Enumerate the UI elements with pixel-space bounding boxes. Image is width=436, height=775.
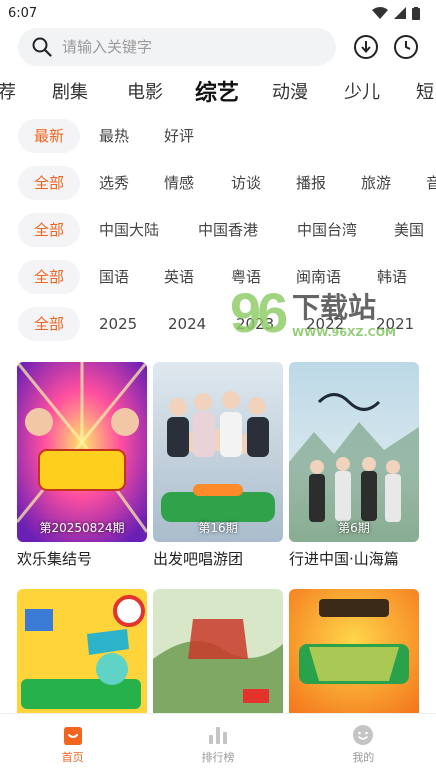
- nav-label: 首页: [61, 751, 84, 764]
- program-poster[interactable]: [153, 589, 283, 719]
- home-icon: [63, 727, 82, 745]
- filter-chip[interactable]: 全部: [18, 166, 81, 200]
- program-card[interactable]: [17, 589, 147, 719]
- filter-chip[interactable]: 旅游: [361, 166, 391, 200]
- smiley-icon: [353, 725, 374, 745]
- history-button[interactable]: [390, 31, 422, 63]
- tab-kids[interactable]: 少儿: [344, 78, 380, 104]
- filter-chip[interactable]: 美国: [394, 213, 424, 247]
- program-card[interactable]: 第16期 出发吧唱游团: [153, 362, 283, 569]
- tab-variety[interactable]: 综艺: [195, 75, 239, 107]
- filter-chip[interactable]: 最新: [18, 119, 81, 153]
- filter-chip[interactable]: 访谈: [231, 166, 261, 200]
- filter-panel: 最新 最热 好评 全部 选秀 情感 访谈 播报 旅游 音 全部 中国大陆 中国香…: [0, 116, 436, 351]
- tab-anime[interactable]: 动漫: [272, 78, 308, 104]
- filter-chip[interactable]: 2024: [168, 307, 206, 341]
- program-poster[interactable]: 第20250824期: [17, 362, 147, 542]
- filter-chip[interactable]: 全部: [18, 307, 81, 341]
- program-poster[interactable]: [17, 589, 147, 719]
- filter-row-language: 全部 国语 英语 粤语 闽南语 韩语: [0, 257, 436, 297]
- program-card[interactable]: 第20250824期 欢乐集结号: [17, 362, 147, 569]
- bottom-nav: 首页 排行榜 我的: [0, 713, 436, 775]
- search-input[interactable]: [62, 38, 302, 56]
- tab-series[interactable]: 剧集: [52, 78, 88, 104]
- filter-chip[interactable]: 2023: [236, 307, 274, 341]
- filter-chip[interactable]: 中国大陆: [99, 213, 159, 247]
- wifi-icon: [372, 7, 388, 19]
- filter-chip[interactable]: 国语: [99, 260, 129, 294]
- program-card[interactable]: 第6期 行进中国·山海篇: [289, 362, 419, 569]
- filter-chip[interactable]: 2021: [376, 307, 414, 341]
- category-tabs: 荐 剧集 电影 综艺 动漫 少儿 短: [0, 72, 436, 112]
- nav-profile[interactable]: 我的: [291, 714, 436, 775]
- program-poster[interactable]: 第16期: [153, 362, 283, 542]
- tab-recommend[interactable]: 荐: [0, 78, 16, 104]
- filter-chip[interactable]: 好评: [164, 119, 194, 153]
- program-title: 欢乐集结号: [17, 550, 93, 568]
- poster-art-huahua: [289, 589, 419, 719]
- filter-chip[interactable]: 闽南语: [296, 260, 341, 294]
- nav-label: 排行榜: [201, 751, 235, 764]
- poster-art-xingjin: [289, 362, 419, 542]
- download-icon: [354, 35, 378, 59]
- program-title: 行进中国·山海篇: [289, 550, 399, 568]
- filter-chip[interactable]: 音: [426, 166, 436, 200]
- filter-chip[interactable]: 最热: [99, 119, 129, 153]
- filter-chip[interactable]: 2025: [99, 307, 137, 341]
- clock-icon: [394, 35, 418, 59]
- episode-label: 第6期: [338, 521, 370, 535]
- filter-chip[interactable]: 英语: [164, 260, 194, 294]
- filter-chip[interactable]: 播报: [296, 166, 326, 200]
- status-icons: [372, 6, 420, 20]
- filter-chip[interactable]: 中国香港: [198, 213, 258, 247]
- filter-chip[interactable]: 2022: [306, 307, 344, 341]
- filter-row-year: 全部 2025 2024 2023 2022 2021: [0, 304, 436, 344]
- poster-art-diqiu: [17, 589, 147, 719]
- battery-icon: [412, 6, 420, 20]
- program-card[interactable]: [289, 589, 419, 719]
- search-icon: [32, 37, 52, 57]
- filter-chip[interactable]: 韩语: [377, 260, 407, 294]
- filter-chip[interactable]: 情感: [164, 166, 194, 200]
- signal-icon: [394, 7, 406, 19]
- download-button[interactable]: [350, 31, 382, 63]
- status-bar: 6:07: [0, 0, 436, 26]
- search-row: [0, 28, 436, 68]
- program-title: 出发吧唱游团: [153, 550, 244, 568]
- filter-chip[interactable]: 全部: [18, 213, 81, 247]
- search-box[interactable]: [18, 28, 336, 66]
- nav-label: 我的: [352, 751, 375, 764]
- status-time: 6:07: [8, 5, 38, 21]
- nav-home[interactable]: 首页: [0, 714, 145, 775]
- bar-chart-icon: [208, 727, 227, 744]
- filter-row-sort: 最新 最热 好评: [0, 116, 436, 156]
- filter-chip[interactable]: 选秀: [99, 166, 129, 200]
- program-card[interactable]: [153, 589, 283, 719]
- filter-row-type: 全部 选秀 情感 访谈 播报 旅游 音: [0, 163, 436, 203]
- poster-art-guoyi: [153, 589, 283, 719]
- episode-label: 第16期: [198, 521, 238, 535]
- nav-ranking[interactable]: 排行榜: [145, 714, 290, 775]
- tab-short[interactable]: 短: [416, 78, 434, 104]
- filter-chip[interactable]: 全部: [18, 260, 81, 294]
- episode-label: 第20250824期: [39, 521, 125, 535]
- filter-chip[interactable]: 中国台湾: [297, 213, 357, 247]
- tab-movie[interactable]: 电影: [127, 78, 163, 104]
- filter-chip[interactable]: 粤语: [231, 260, 261, 294]
- filter-row-region: 全部 中国大陆 中国香港 中国台湾 美国: [0, 210, 436, 250]
- poster-art-huanle: [17, 362, 147, 542]
- poster-art-chufa: [153, 362, 283, 542]
- program-poster[interactable]: [289, 589, 419, 719]
- program-poster[interactable]: 第6期: [289, 362, 419, 542]
